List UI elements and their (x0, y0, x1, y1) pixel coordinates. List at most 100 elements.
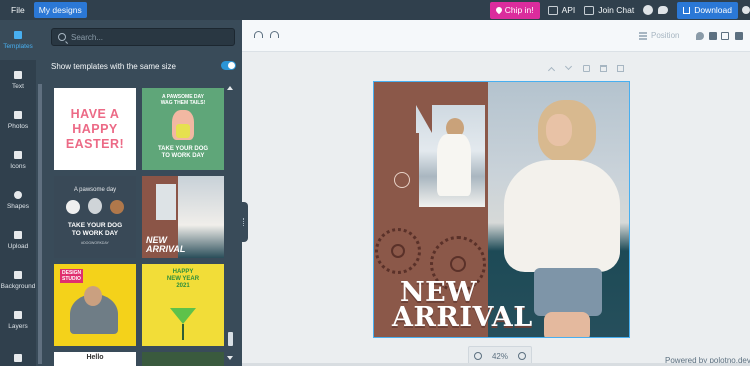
panel-edge (38, 84, 42, 364)
tab-upload[interactable]: Upload (0, 220, 36, 260)
lock-icon[interactable] (709, 32, 717, 40)
position-icon (639, 31, 647, 40)
tab-label: Icons (10, 162, 26, 170)
template-text: #DOGWORKDAY (81, 241, 109, 245)
download-icon (683, 6, 691, 14)
canvas-headline[interactable]: NEW ARRIVAL (392, 279, 533, 331)
cocktail-icon (182, 324, 184, 340)
download-button[interactable]: Download (677, 1, 738, 19)
flower-outline-icon (450, 256, 466, 272)
zoom-in-icon[interactable] (517, 352, 526, 360)
download-label: Download (694, 5, 732, 15)
flower-outline-icon (394, 172, 410, 188)
templates-icon (14, 30, 22, 39)
top-bar: File My designs Chip in! API Join Chat D… (0, 0, 750, 20)
tab-layers[interactable]: Layers (0, 300, 36, 340)
file-menu-button[interactable]: File (6, 2, 30, 18)
template-dog-dark[interactable]: A pawsome day TAKE YOUR DOG TO WORK DAY … (54, 176, 136, 258)
template-green[interactable] (142, 352, 224, 366)
move-page-up-icon[interactable] (547, 66, 556, 75)
upload-icon (14, 230, 22, 239)
workspace-toolbar: Position (242, 20, 750, 52)
chip-in-button[interactable]: Chip in! (489, 1, 540, 19)
model-blouse (504, 160, 620, 272)
panel-collapse-handle[interactable] (240, 202, 248, 242)
duplicate-page-icon[interactable] (583, 65, 590, 72)
tab-background[interactable]: Background (0, 260, 36, 300)
same-size-toggle[interactable] (221, 61, 236, 70)
search-box[interactable] (51, 28, 235, 46)
text-icon (14, 70, 22, 79)
dog-face-icon (88, 198, 102, 214)
opacity-icon[interactable] (696, 32, 704, 40)
small-model-body (437, 134, 471, 196)
twitter-icon[interactable] (658, 6, 669, 14)
same-size-label: Show templates with the same size (51, 62, 176, 71)
undo-icon[interactable] (254, 31, 263, 38)
template-text: TAKE YOUR DOG TO WORK DAY (157, 146, 209, 159)
tab-label: Shapes (6, 202, 30, 210)
template-hello[interactable]: Hello (54, 352, 136, 366)
template-text: TAKE YOUR DOG TO WORK DAY (67, 222, 123, 237)
api-icon (547, 5, 558, 15)
tab-shapes[interactable]: Shapes (0, 180, 36, 220)
photos-icon (14, 110, 22, 119)
github-icon[interactable] (643, 5, 654, 15)
dog-face-icon (110, 200, 124, 214)
join-chat-label: Join Chat (598, 5, 635, 15)
template-new-year[interactable]: HAPPY NEW YEAR 2021 (142, 264, 224, 346)
template-text: A pawsome day (73, 187, 117, 193)
dog-face-icon (66, 200, 80, 214)
redo-icon[interactable] (270, 31, 279, 38)
tab-label: Photos (7, 122, 29, 130)
zoom-level: 42% (491, 351, 508, 361)
number-one-shape (416, 105, 432, 133)
join-chat-link[interactable]: Join Chat (584, 5, 634, 15)
chip-in-label: Chip in! (504, 5, 534, 15)
move-page-down-icon[interactable] (564, 62, 573, 71)
duplicate-icon[interactable] (721, 32, 729, 40)
position-button[interactable]: Position (639, 31, 679, 40)
template-easter[interactable]: HAVE A HAPPY EASTER! (54, 88, 136, 170)
shapes-icon (14, 190, 22, 199)
delete-icon[interactable] (735, 32, 743, 40)
template-photo (84, 286, 102, 306)
scroll-up-arrow[interactable] (227, 86, 233, 90)
background-icon (14, 270, 22, 279)
zoom-out-icon[interactable] (473, 352, 482, 360)
position-label: Position (651, 31, 680, 40)
delete-page-icon[interactable] (600, 65, 607, 72)
tab-photos[interactable]: Photos (0, 100, 36, 140)
template-design-studio[interactable]: DESIGN STUDIO (54, 264, 136, 346)
user-icon[interactable] (742, 6, 750, 14)
top-bar-actions: Chip in! API Join Chat Download (489, 0, 750, 20)
add-page-icon[interactable] (617, 65, 624, 72)
my-designs-button[interactable]: My designs (33, 2, 87, 18)
tab-label: Background (0, 282, 36, 290)
template-dog-green[interactable]: A PAWSOME DAY WAG THEM TAILS! TAKE YOUR … (142, 88, 224, 170)
model-face (546, 114, 572, 146)
model-leg (544, 312, 590, 337)
tab-text[interactable]: Text (0, 60, 36, 100)
panel-scrollbar-thumb[interactable] (228, 332, 233, 346)
tab-label: Layers (8, 322, 28, 330)
number-one-shape (416, 133, 419, 207)
api-label: API (561, 5, 576, 15)
tab-icons[interactable]: Icons (0, 140, 36, 180)
template-text: NEW ARRIVAL (146, 235, 186, 254)
tab-templates[interactable]: Templates (0, 20, 36, 60)
scroll-down-arrow[interactable] (227, 356, 233, 360)
template-new-arrival[interactable]: NEW ARRIVAL (142, 176, 224, 258)
design-canvas[interactable]: NEW ARRIVAL (373, 81, 630, 338)
search-input[interactable] (71, 32, 221, 42)
tab-label: Text (12, 82, 24, 90)
model-shorts (534, 268, 602, 316)
tab-resize[interactable] (0, 340, 36, 366)
templates-panel: Show templates with the same size HAVE A… (36, 20, 242, 366)
tab-label: Upload (7, 242, 29, 250)
template-text: DESIGN STUDIO (60, 269, 84, 283)
side-tabs: Templates Text Photos Icons Shapes Uploa… (0, 20, 36, 366)
api-link[interactable]: API (547, 5, 576, 15)
heart-icon (494, 5, 503, 15)
template-text: HAVE A HAPPY EASTER! (65, 106, 125, 151)
